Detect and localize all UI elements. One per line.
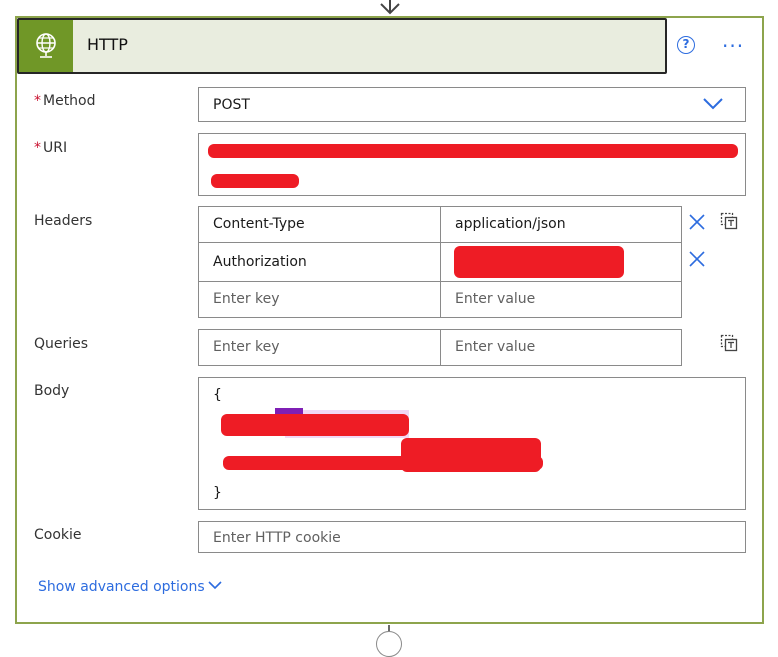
globe-icon [36, 33, 56, 58]
http-action-card: HTTP ? ··· * Method POST * URI Headers Con… [15, 16, 764, 624]
redaction-mark [211, 174, 299, 188]
cookie-input[interactable]: Enter HTTP cookie [198, 521, 746, 553]
help-icon[interactable]: ? [677, 36, 695, 54]
header-value-input[interactable] [440, 242, 682, 282]
text-mode-icon[interactable] [720, 212, 738, 230]
cookie-label: Cookie [34, 527, 82, 543]
method-label: * Method [34, 93, 96, 109]
action-icon-tile [19, 20, 73, 72]
required-mark: * [34, 140, 41, 156]
method-select[interactable]: POST [198, 87, 746, 122]
header-value-input[interactable]: Enter value [440, 281, 682, 318]
header-key-input[interactable]: Authorization [198, 242, 441, 282]
show-advanced-options-link[interactable]: Show advanced options [38, 579, 205, 595]
action-title[interactable]: HTTP [87, 35, 128, 54]
header-value-input[interactable]: application/json [440, 206, 682, 243]
redaction-mark [454, 246, 624, 278]
method-value: POST [213, 97, 250, 113]
queries-label: Queries [34, 336, 89, 352]
close-icon[interactable] [689, 214, 705, 230]
more-options-icon[interactable]: ··· [722, 34, 744, 58]
headers-label: Headers [34, 213, 93, 229]
redaction-mark [208, 144, 738, 158]
body-textarea[interactable]: { } [198, 377, 746, 510]
add-step-icon[interactable] [376, 631, 402, 657]
required-mark: * [34, 93, 41, 109]
header-key-input[interactable]: Content-Type [198, 206, 441, 243]
uri-label: * URI [34, 140, 68, 156]
uri-input[interactable] [198, 133, 746, 196]
body-open-brace: { [213, 387, 222, 403]
query-value-input[interactable]: Enter value [440, 329, 682, 366]
body-close-brace: } [213, 485, 222, 501]
chevron-down-icon[interactable] [208, 581, 222, 590]
query-key-input[interactable]: Enter key [198, 329, 441, 366]
connector-arrow-icon [380, 0, 400, 15]
text-mode-icon[interactable] [720, 334, 738, 352]
close-icon[interactable] [689, 251, 705, 267]
redaction-mark [221, 414, 409, 436]
chevron-down-icon[interactable] [703, 98, 723, 110]
body-label: Body [34, 383, 70, 399]
header-key-input[interactable]: Enter key [198, 281, 441, 318]
redaction-mark [223, 456, 543, 470]
action-header[interactable]: HTTP [17, 18, 667, 74]
